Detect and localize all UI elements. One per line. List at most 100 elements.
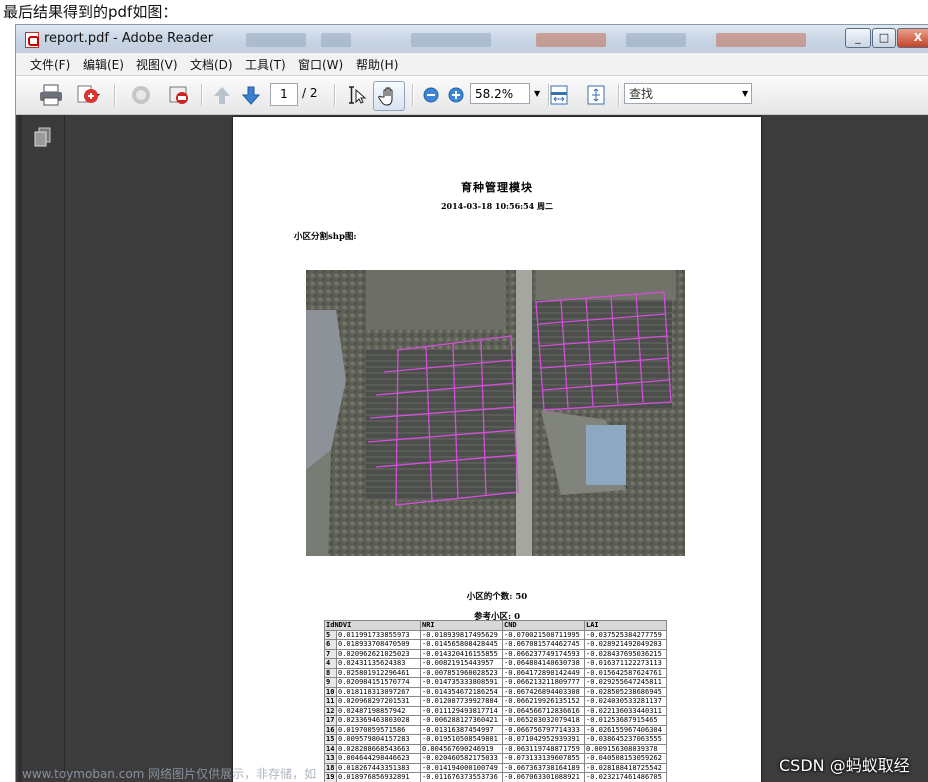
table-cell: 0.011991733855973 (337, 630, 421, 640)
table-row: 90.020984151570774-0.014735333808591-0.0… (325, 678, 667, 688)
menu-bar: 文件(F) 编辑(E) 视图(V) 文档(D) 工具(T) 窗口(W) 帮助(H… (16, 53, 928, 76)
table-cell: -0.037525384277759 (585, 630, 667, 640)
table-cell: 0.02487198857942 (337, 706, 421, 716)
table-cell: -0.012087739927884 (421, 697, 503, 707)
table-cell: -0.067081574462745 (503, 640, 585, 650)
secure-icon[interactable] (166, 82, 192, 108)
table-cell: 0.023369463803028 (337, 716, 421, 726)
select-text-icon[interactable] (342, 82, 368, 108)
table-cell: 0.004567690246919 (421, 744, 503, 754)
table-cell: -0.070021500711995 (503, 630, 585, 640)
menu-tools[interactable]: 工具(T) (245, 56, 286, 73)
csdn-watermark: CSDN @蚂蚁取经 (779, 752, 910, 776)
table-cell: -0.01316387454997 (421, 725, 503, 735)
table-cell: 15 (325, 735, 337, 745)
previous-page-icon[interactable] (209, 82, 235, 108)
table-cell: 0.004644298446623 (337, 754, 421, 764)
window-title: report.pdf - Adobe Reader (44, 31, 213, 46)
satellite-plot-image (306, 270, 685, 556)
fit-width-icon[interactable] (546, 82, 572, 108)
table-cell: -0.024030533281137 (585, 697, 667, 707)
next-page-icon[interactable] (238, 82, 264, 108)
table-cell: -0.064804140630738 (503, 659, 585, 669)
table-cell: 0.025801912296461 (337, 668, 421, 678)
table-cell: -0.028437695036215 (585, 649, 667, 659)
pdf-file-icon (25, 32, 39, 48)
find-input[interactable]: 查找 (624, 83, 752, 104)
table-row: 110.020968297201531-0.012087739927884-0.… (325, 697, 667, 707)
table-cell: -0.026155967406304 (585, 725, 667, 735)
article-caption: 最后结果得到的pdf如图： (3, 1, 177, 22)
close-button[interactable]: X (897, 28, 928, 48)
site-watermark: www.toymoban.com 网络图片仅供展示，非存储，如 (22, 765, 316, 782)
create-pdf-icon[interactable] (76, 82, 102, 108)
index-table: IdNDVI NRI CND LAI 50.011991733855973-0.… (324, 620, 667, 782)
table-cell: -0.067363738164189 (503, 763, 585, 773)
adobe-reader-window: report.pdf - Adobe Reader _ □ X 文件(F) 编辑… (15, 24, 928, 782)
plot-count: 小区的个数: 50 (233, 590, 761, 602)
table-cell: 10 (325, 687, 337, 697)
menu-document[interactable]: 文档(D) (190, 56, 233, 73)
print-icon[interactable] (38, 82, 64, 108)
table-cell: 18 (325, 763, 337, 773)
table-cell: -0.014735333808591 (421, 678, 503, 688)
table-cell: 5 (325, 630, 337, 640)
zoom-in-icon[interactable] (443, 82, 469, 108)
table-cell: 7 (325, 649, 337, 659)
table-cell: 0.018118313097267 (337, 687, 421, 697)
table-row: 120.02487198857942-0.011129493817714-0.0… (325, 706, 667, 716)
table-cell: 13 (325, 754, 337, 764)
minimize-button[interactable]: _ (845, 28, 871, 48)
table-row: 70.020962621025023-0.014320416155855-0.0… (325, 649, 667, 659)
table-cell: 0.018267443351383 (337, 763, 421, 773)
table-cell: -0.038645237063555 (585, 735, 667, 745)
table-cell: -0.028505238686945 (585, 687, 667, 697)
menu-view[interactable]: 视图(V) (136, 56, 178, 73)
menu-help[interactable]: 帮助(H) (356, 56, 398, 73)
background-taskbar-blur (246, 33, 846, 47)
table-cell: -0.066219926135152 (503, 697, 585, 707)
table-cell: 4 (325, 659, 337, 669)
collaborate-icon[interactable] (128, 82, 154, 108)
table-cell: -0.020460582175033 (421, 754, 503, 764)
table-cell: -0.018939817495629 (421, 630, 503, 640)
menu-edit[interactable]: 编辑(E) (83, 56, 124, 73)
find-dropdown-icon[interactable]: ▼ (742, 89, 748, 98)
zoom-out-icon[interactable] (418, 82, 444, 108)
table-cell: -0.066237749174593 (503, 649, 585, 659)
document-viewer[interactable]: 育种管理模块 2014-03-18 10:56:54 周二 小区分割shp图: (16, 115, 928, 782)
table-cell: 11 (325, 697, 337, 707)
table-cell: -0.064172890142449 (503, 668, 585, 678)
page-number-input[interactable]: 1 (270, 83, 298, 106)
table-row: 180.018267443351383-0.014194000100749-0.… (325, 763, 667, 773)
fit-page-icon[interactable] (583, 82, 609, 108)
table-cell: 17 (325, 716, 337, 726)
zoom-level-field[interactable]: 58.2% (470, 83, 530, 104)
table-cell: 0.028288668543663 (337, 744, 421, 754)
table-cell: -0.066213211809777 (503, 678, 585, 688)
document-title: 育种管理模块 (233, 179, 761, 195)
table-cell: -0.028921492049203 (585, 640, 667, 650)
table-cell: -0.016371122273113 (585, 659, 667, 669)
table-cell: -0.040508153059262 (585, 754, 667, 764)
table-cell: -0.014194000100749 (421, 763, 503, 773)
menu-window[interactable]: 窗口(W) (298, 56, 343, 73)
pages-panel-icon[interactable] (33, 127, 53, 153)
table-cell: -0.014565808428445 (421, 640, 503, 650)
table-cell: 0.01970059571586 (337, 725, 421, 735)
column-header-id-ndvi: IdNDVI (325, 621, 421, 631)
maximize-button[interactable]: □ (872, 28, 896, 48)
table-cell: 0.020984151570774 (337, 678, 421, 688)
zoom-dropdown-icon[interactable]: ▼ (534, 89, 540, 98)
table-row: 150.009579804157283-0.019510508549801-0.… (325, 735, 667, 745)
menu-file[interactable]: 文件(F) (30, 56, 70, 73)
table-row: 170.023369463803028-0.006288127360421-0.… (325, 716, 667, 726)
table-cell: -0.011129493817714 (421, 706, 503, 716)
table-row: 40.02431135624383-0.00821915443957-0.064… (325, 659, 667, 669)
table-row: 50.011991733855973-0.018939817495629-0.0… (325, 630, 667, 640)
table-cell: -0.028188418725542 (585, 763, 667, 773)
table-cell: -0.00821915443957 (421, 659, 503, 669)
page-total: / 2 (302, 86, 318, 100)
hand-tool-icon[interactable] (373, 81, 405, 111)
table-cell: -0.071042952939391 (503, 735, 585, 745)
